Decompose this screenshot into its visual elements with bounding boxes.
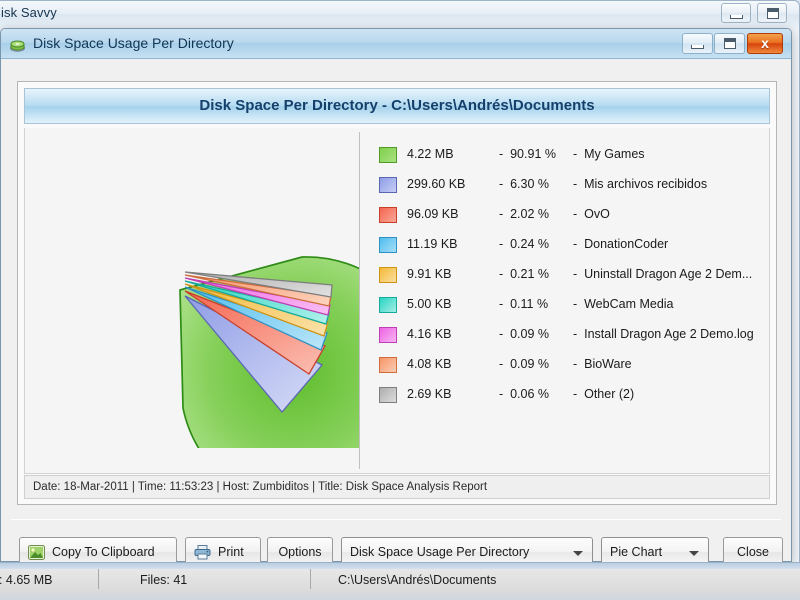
legend-label: - Install Dragon Age 2 Demo.log [573, 327, 754, 341]
maximize-icon [724, 38, 736, 49]
print-label: Print [218, 545, 244, 559]
legend-percent: - 0.09 % [499, 357, 550, 371]
dialog-maximize-button[interactable] [714, 33, 745, 54]
legend-label: - Uninstall Dragon Age 2 Dem... [573, 267, 753, 281]
dialog-minimize-button[interactable] [682, 33, 713, 54]
legend-swatch [379, 357, 397, 373]
legend-swatch [379, 267, 397, 283]
chevron-down-icon [573, 551, 583, 556]
legend-label: - Mis archivos recibidos [573, 177, 708, 191]
legend-size: 4.08 KB [407, 357, 452, 371]
legend-percent: - 0.24 % [499, 237, 550, 251]
legend-percent: - 0.06 % [499, 387, 550, 401]
legend-percent: - 0.21 % [499, 267, 550, 281]
dialog-title: Disk Space Usage Per Directory [33, 35, 234, 51]
disk-space-dialog: Disk Space Usage Per Directory x Disk Sp… [0, 28, 792, 567]
dialog-titlebar[interactable]: Disk Space Usage Per Directory x [1, 29, 791, 59]
chart-header: Disk Space Per Directory - C:\Users\Andr… [24, 88, 770, 124]
legend-swatch [379, 177, 397, 193]
legend-swatch [379, 207, 397, 223]
legend-item[interactable]: 299.60 KB - 6.30 % - Mis archivos recibi… [377, 172, 765, 202]
legend-label: - BioWare [573, 357, 632, 371]
legend-item[interactable]: 9.91 KB - 0.21 % - Uninstall Dragon Age … [377, 262, 765, 292]
background-minimize-button[interactable] [721, 3, 751, 23]
clipboard-image-icon [28, 545, 45, 560]
legend-size: 4.16 KB [407, 327, 452, 341]
legend-item[interactable]: 4.16 KB - 0.09 % - Install Dragon Age 2 … [377, 322, 765, 352]
copy-to-clipboard-label: Copy To Clipboard [52, 545, 155, 559]
disk-icon [9, 36, 26, 53]
close-icon: x [761, 35, 769, 51]
close-label: Close [737, 545, 769, 559]
legend-item[interactable]: 4.08 KB - 0.09 % - BioWare [377, 352, 765, 382]
legend-percent: - 6.30 % [499, 177, 550, 191]
minimize-icon [691, 45, 704, 49]
pie-chart[interactable] [25, 128, 434, 510]
legend-size: 5.00 KB [407, 297, 452, 311]
legend-size: 2.69 KB [407, 387, 452, 401]
chart-legend-divider [359, 132, 360, 469]
legend-swatch [379, 297, 397, 313]
status-bar: e: 4.65 MB Files: 41 C:\Users\Andrés\Doc… [0, 562, 800, 600]
legend-swatch [379, 327, 397, 343]
chart-legend: 4.22 MB - 90.91 % - My Games 299.60 KB -… [377, 142, 765, 469]
legend-item[interactable]: 11.19 KB - 0.24 % - DonationCoder [377, 232, 765, 262]
legend-percent: - 90.91 % [499, 147, 556, 161]
status-divider [98, 569, 99, 589]
report-type-value: Disk Space Usage Per Directory [350, 545, 530, 559]
status-divider [310, 569, 311, 589]
legend-size: 4.22 MB [407, 147, 454, 161]
background-window-titlebar[interactable]: isk Savvy [0, 1, 799, 27]
minimize-icon [730, 15, 743, 19]
legend-swatch [379, 237, 397, 253]
legend-percent: - 0.11 % [499, 297, 549, 311]
legend-swatch [379, 387, 397, 403]
legend-label: - Other (2) [573, 387, 635, 401]
chart-area: 4.22 MB - 90.91 % - My Games 299.60 KB -… [24, 128, 770, 510]
chart-title: Disk Space Per Directory - C:\Users\Andr… [199, 97, 595, 114]
report-frame: Disk Space Per Directory - C:\Users\Andr… [17, 81, 777, 510]
report-footer: Date: 18-Mar-2011 | Time: 11:53:23 | Hos… [24, 475, 770, 499]
legend-size: 299.60 KB [407, 177, 466, 191]
legend-swatch [379, 147, 397, 163]
legend-size: 96.09 KB [407, 207, 459, 221]
legend-item[interactable]: 4.22 MB - 90.91 % - My Games [377, 142, 765, 172]
status-path: C:\Users\Andrés\Documents [338, 573, 497, 587]
chart-type-value: Pie Chart [610, 545, 663, 559]
maximize-icon [767, 8, 779, 19]
chevron-down-icon [689, 551, 699, 556]
dialog-body: Disk Space Per Directory - C:\Users\Andr… [1, 59, 791, 567]
background-maximize-button[interactable] [757, 3, 787, 23]
status-file-count: Files: 41 [140, 573, 188, 587]
background-window-title: isk Savvy [1, 5, 57, 20]
legend-item[interactable]: 5.00 KB - 0.11 % - WebCam Media [377, 292, 765, 322]
legend-label: - WebCam Media [573, 297, 674, 311]
legend-size: 9.91 KB [407, 267, 452, 281]
status-total-size: e: 4.65 MB [0, 573, 53, 587]
legend-percent: - 0.09 % [499, 327, 550, 341]
legend-item[interactable]: 96.09 KB - 2.02 % - OvO [377, 202, 765, 232]
legend-size: 11.19 KB [407, 237, 458, 251]
options-label: Options [278, 545, 322, 559]
legend-label: - DonationCoder [573, 237, 669, 251]
dialog-close-button[interactable]: x [747, 33, 783, 54]
printer-icon [194, 545, 211, 560]
legend-label: - My Games [573, 147, 645, 161]
legend-item[interactable]: 2.69 KB - 0.06 % - Other (2) [377, 382, 765, 412]
toolbar-separator [11, 519, 781, 520]
legend-percent: - 2.02 % [499, 207, 550, 221]
legend-label: - OvO [573, 207, 610, 221]
